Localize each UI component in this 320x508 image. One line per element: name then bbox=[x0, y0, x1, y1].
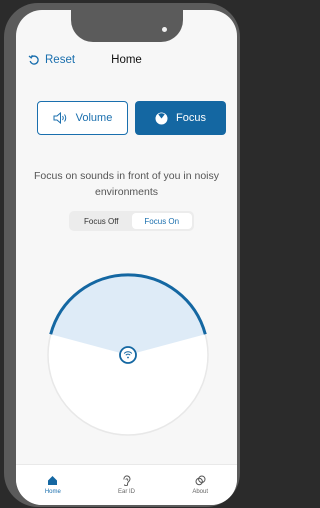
tab-bar: Home Ear ID About bbox=[16, 464, 237, 505]
focus-icon bbox=[155, 112, 168, 125]
focus-on-option[interactable]: Focus On bbox=[131, 213, 192, 229]
tab-home-label: Home bbox=[44, 489, 61, 495]
home-icon bbox=[48, 476, 58, 485]
ear-icon bbox=[123, 475, 131, 486]
page-title: Home bbox=[111, 54, 142, 66]
camera-dot bbox=[162, 27, 167, 32]
focus-label: Focus bbox=[176, 112, 206, 124]
focus-direction-dial bbox=[47, 273, 209, 436]
app-screen: Reset Home Volume Focus Focus on sounds … bbox=[16, 10, 237, 505]
focus-off-option[interactable]: Focus Off bbox=[71, 213, 132, 229]
volume-mode-button[interactable]: Volume bbox=[37, 101, 128, 135]
phone-frame: Reset Home Volume Focus Focus on sounds … bbox=[4, 3, 240, 507]
notch bbox=[71, 10, 183, 42]
focus-toggle: Focus Off Focus On bbox=[69, 211, 194, 231]
about-icon bbox=[195, 475, 206, 486]
listener-icon bbox=[119, 346, 137, 364]
speaker-icon bbox=[53, 112, 68, 124]
focus-description: Focus on sounds in front of you in noisy… bbox=[33, 170, 220, 198]
tab-ear-id[interactable]: Ear ID bbox=[90, 465, 164, 505]
volume-label: Volume bbox=[75, 112, 113, 124]
focus-mode-button[interactable]: Focus bbox=[135, 101, 226, 135]
tab-home[interactable]: Home bbox=[16, 465, 90, 505]
tab-ear-id-label: Ear ID bbox=[118, 489, 136, 495]
tab-about-label: About bbox=[192, 489, 209, 495]
tab-about[interactable]: About bbox=[163, 465, 237, 505]
